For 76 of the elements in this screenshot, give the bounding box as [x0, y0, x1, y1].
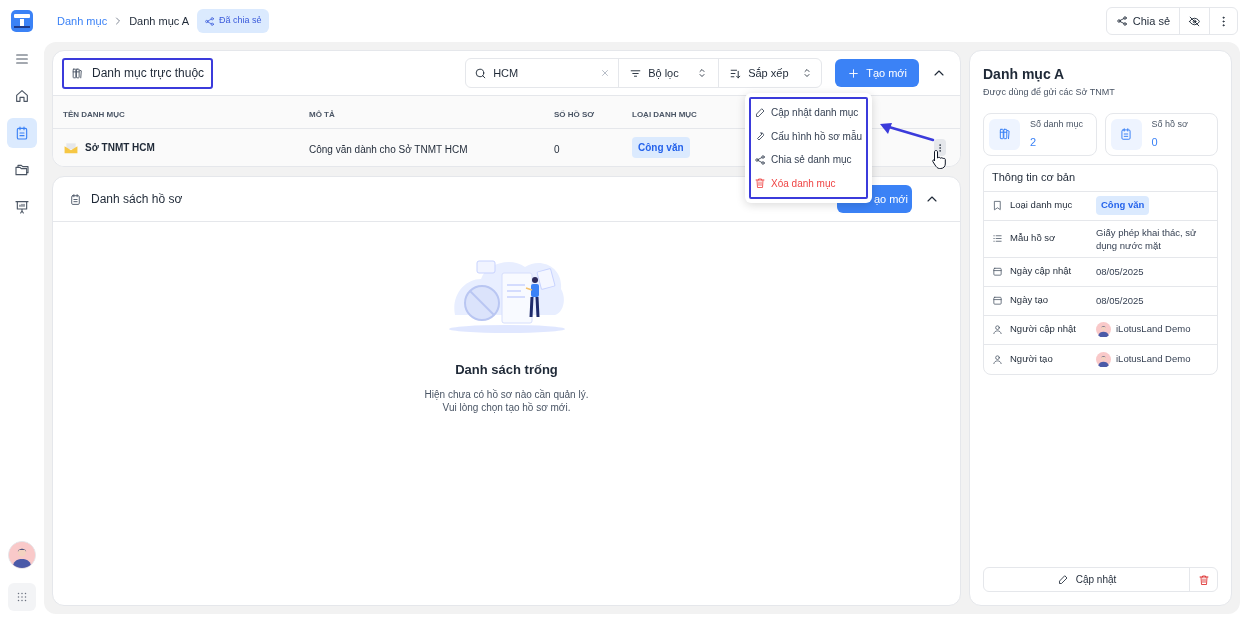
- info-title: Thông tin cơ bản: [992, 170, 1076, 186]
- avatar: [1096, 351, 1111, 367]
- stat-value: 0: [1151, 135, 1159, 150]
- envelope-folder-icon: [63, 140, 79, 155]
- menu-icon: [14, 51, 30, 67]
- info-value: 08/05/2025: [1096, 294, 1145, 307]
- apps-grid-icon: [16, 591, 28, 603]
- home-icon: [14, 88, 30, 104]
- info-value: 08/05/2025: [1096, 265, 1145, 278]
- panel-subtitle: Được dùng để gửi các Sở TNMT: [983, 86, 1116, 99]
- bookmark-icon: [992, 200, 1003, 211]
- column-header: SỐ HỒ SƠ: [554, 110, 595, 119]
- plus-icon: [847, 66, 861, 80]
- column-header: TÊN DANH MỤC: [63, 110, 125, 119]
- table-cell: 0: [554, 143, 560, 155]
- sidebar-item[interactable]: [7, 118, 37, 148]
- books-icon: [71, 66, 84, 80]
- menu-item[interactable]: Cấu hình hồ sơ mẫu: [751, 124, 866, 148]
- empty-state-title: Danh sách trống: [455, 361, 558, 379]
- type-tag: Công văn: [632, 137, 690, 158]
- info-label: Người tạo: [1010, 351, 1053, 366]
- menu-item[interactable]: Cập nhật danh mục: [751, 101, 866, 125]
- wrench-icon: [754, 130, 766, 143]
- trash-icon: [754, 177, 766, 190]
- presentation-board-icon: [14, 199, 30, 215]
- stat-label: Số danh mục: [1030, 117, 1084, 131]
- share-icon: [204, 15, 216, 27]
- calendar-icon: [992, 266, 1003, 277]
- info-label: Ngày tạo: [1010, 293, 1049, 308]
- section-title: Danh sách hồ sơ: [91, 191, 183, 208]
- notepad-icon: [69, 192, 82, 206]
- user-icon: [992, 324, 1003, 335]
- user-icon: [992, 353, 1003, 365]
- calendar-icon: [992, 295, 1003, 306]
- share-icon: [754, 153, 766, 166]
- type-tag: Công văn: [1096, 196, 1150, 215]
- info-label: Loại danh mục: [1010, 198, 1073, 213]
- filter-dropdown[interactable]: Bộ lọc: [619, 59, 720, 87]
- user-name: iLotusLand Demo: [1116, 351, 1191, 366]
- avatar[interactable]: [9, 542, 35, 568]
- menu-item[interactable]: Chia sẻ danh mục: [751, 148, 866, 172]
- avatar: [1096, 322, 1111, 337]
- table-cell-text: Sở TNMT HCM: [85, 141, 155, 155]
- search-field[interactable]: HCM: [493, 64, 595, 82]
- folders-icon: [14, 162, 30, 178]
- panel-title: Danh mục A: [983, 65, 1066, 84]
- search-icon: [474, 66, 488, 80]
- sort-dropdown[interactable]: Sắp xếp: [719, 59, 822, 87]
- trash-icon: [1197, 573, 1210, 586]
- stat-value: 2: [1030, 135, 1038, 150]
- stat-label: Số hồ sơ: [1151, 117, 1188, 131]
- info-label: Người cập nhật: [1010, 322, 1076, 337]
- breadcrumb-item: Danh mục A: [129, 13, 190, 29]
- annotation-arrow: [879, 123, 935, 142]
- empty-state-message: Hiện chưa có hồ sơ nào cần quản lý. Vui lòng chọn tạo hồ sơ mới.: [424, 387, 589, 414]
- table-cell: Công văn dành cho Sở TNMT HCM: [309, 143, 468, 155]
- create-button[interactable]: Tạo mới: [835, 59, 919, 87]
- pencil-icon: [754, 106, 766, 119]
- shared-badge: Đã chia sẻ: [197, 9, 269, 33]
- breadcrumb-item[interactable]: Danh mục: [57, 12, 108, 30]
- clear-icon: [600, 68, 611, 78]
- list-icon: [992, 233, 1003, 244]
- section-title: Danh mục trực thuộc: [92, 65, 205, 82]
- user-name: iLotusLand Demo: [1116, 322, 1191, 337]
- notepad-icon: [1119, 127, 1133, 141]
- info-label: Ngày cập nhật: [1010, 264, 1072, 279]
- pencil-icon: [1056, 573, 1069, 586]
- info-label: Mẫu hồ sơ: [1010, 231, 1056, 246]
- column-header: LOẠI DANH MỤC: [632, 110, 697, 119]
- share-icon: [1115, 15, 1128, 27]
- column-header: MÔ TẢ: [309, 110, 335, 119]
- notepad-icon: [14, 125, 30, 141]
- books-icon: [997, 127, 1012, 141]
- app-logo[interactable]: [11, 10, 33, 32]
- info-value: Giấy phép khai thác, sử dụng nước mặt: [1096, 225, 1198, 252]
- eye-off-icon: [1188, 14, 1201, 28]
